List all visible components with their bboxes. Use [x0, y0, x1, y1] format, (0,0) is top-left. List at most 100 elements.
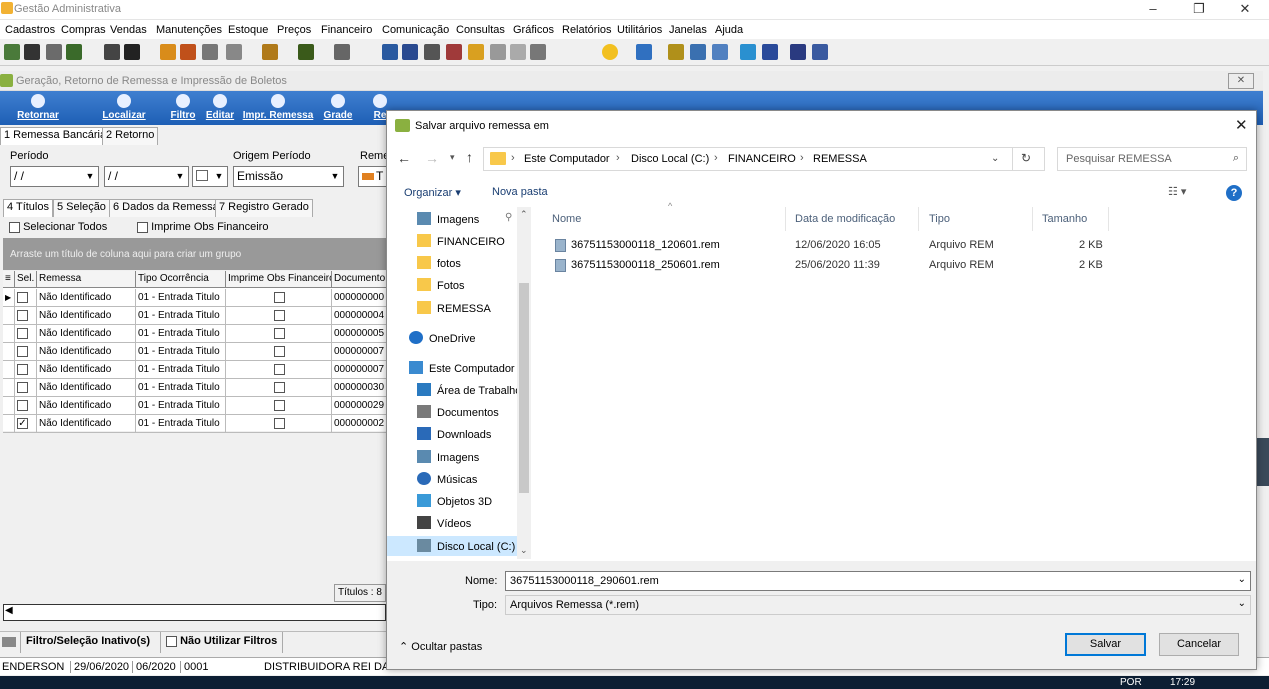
obs-cell[interactable]	[226, 289, 332, 307]
menu-financeiro[interactable]: Financeiro	[321, 24, 372, 36]
breadcrumb-item[interactable]: FINANCEIRO	[728, 153, 796, 165]
tool-icon[interactable]	[424, 44, 440, 60]
nav-item[interactable]: Músicas	[417, 469, 477, 489]
nav-item[interactable]: Imagens	[417, 447, 479, 467]
obs-cell[interactable]	[226, 307, 332, 325]
imprime-obs-checkbox[interactable]: Imprime Obs Financeiro	[137, 221, 268, 233]
facebook-icon[interactable]	[762, 44, 778, 60]
column-header[interactable]: Documento	[332, 271, 388, 288]
minimize-button[interactable]: –	[1130, 0, 1176, 20]
impr-remessa-button[interactable]: Impr. Remessa	[240, 91, 316, 125]
nav-item[interactable]: Área de Trabalho	[417, 380, 521, 400]
obs-checkbox[interactable]	[274, 418, 285, 429]
file-row[interactable]: 36751153000118_250601.rem 25/06/2020 11:3…	[533, 256, 1108, 276]
chevron-down-icon[interactable]: ⌄	[991, 153, 999, 164]
menu-compras[interactable]: Compras	[61, 24, 106, 36]
tool-icon[interactable]	[668, 44, 684, 60]
chevron-down-icon[interactable]: ⌄	[1238, 598, 1246, 609]
nova-pasta-button[interactable]: Nova pasta	[492, 186, 548, 198]
sel-cell[interactable]	[15, 379, 37, 397]
tool-icon[interactable]	[530, 44, 546, 60]
breadcrumb-item[interactable]: Este Computador	[524, 153, 610, 165]
breadcrumb-item[interactable]: REMESSA	[813, 153, 867, 165]
tab-titulos[interactable]: 4 Títulos	[3, 199, 53, 217]
obs-checkbox[interactable]	[274, 310, 285, 321]
origem-select[interactable]: Emissão ▼	[233, 166, 344, 187]
tool-icon[interactable]	[124, 44, 140, 60]
scroll-left-icon[interactable]: ◀	[5, 605, 13, 616]
twitter-icon[interactable]	[740, 44, 756, 60]
column-tamanho[interactable]: Tamanho	[1042, 213, 1087, 225]
menu-vendas[interactable]: Vendas	[110, 24, 147, 36]
menu-ajuda[interactable]: Ajuda	[715, 24, 743, 36]
date-end-field[interactable]: / / ▼	[104, 166, 189, 187]
nav-item[interactable]: Disco Local (C:)	[387, 536, 517, 556]
tool-icon[interactable]	[160, 44, 176, 60]
tool-icon[interactable]	[66, 44, 82, 60]
tool-icon[interactable]	[490, 44, 506, 60]
column-header[interactable]: Imprime Obs Financeiro	[226, 271, 332, 288]
tool-icon[interactable]	[382, 44, 398, 60]
row-checkbox[interactable]	[17, 346, 28, 357]
tool-icon[interactable]	[690, 44, 706, 60]
menu-manutencoes[interactable]: Manutenções	[156, 24, 222, 36]
sel-cell[interactable]: ✓	[15, 415, 37, 433]
menu-utilitarios[interactable]: Utilitários	[617, 24, 662, 36]
file-row[interactable]: 36751153000118_120601.rem 12/06/2020 16:0…	[533, 236, 1108, 256]
tool-icon[interactable]	[202, 44, 218, 60]
salvar-button[interactable]: Salvar	[1065, 633, 1146, 656]
ocultar-pastas-button[interactable]: ⌃ Ocultar pastas	[399, 640, 482, 653]
filename-input[interactable]: 36751153000118_290601.rem ⌄	[505, 571, 1251, 591]
nav-item[interactable]: Este Computador	[409, 358, 515, 378]
tool-icon[interactable]	[104, 44, 120, 60]
nav-item[interactable]: Fotos	[417, 275, 465, 295]
row-checkbox[interactable]	[17, 310, 28, 321]
tab-remessa-bancaria[interactable]: 1 Remessa Bancária	[0, 127, 111, 145]
tool-icon[interactable]	[262, 44, 278, 60]
view-options-icon[interactable]: ☷ ▾	[1168, 185, 1186, 198]
tool-icon[interactable]	[790, 44, 806, 60]
column-header[interactable]: Remessa	[37, 271, 136, 288]
breadcrumb-item[interactable]: Disco Local (C:)	[631, 153, 709, 165]
help-icon[interactable]: ?	[1226, 185, 1242, 201]
column-data[interactable]: Data de modificação	[795, 213, 895, 225]
obs-checkbox[interactable]	[274, 328, 285, 339]
retornar-button[interactable]: Retornar	[12, 91, 64, 125]
tool-icon[interactable]	[636, 44, 652, 60]
scroll-up-icon[interactable]: ⌃	[520, 209, 528, 220]
menu-janelas[interactable]: Janelas	[669, 24, 707, 36]
nao-utilizar-filtros-checkbox[interactable]: Não Utilizar Filtros	[160, 632, 284, 653]
menu-comunicacao[interactable]: Comunicação	[382, 24, 449, 36]
obs-cell[interactable]	[226, 325, 332, 343]
tool-icon[interactable]	[46, 44, 62, 60]
sel-cell[interactable]	[15, 307, 37, 325]
tool-icon[interactable]	[812, 44, 828, 60]
tool-icon[interactable]	[24, 44, 40, 60]
localizar-button[interactable]: Localizar	[98, 91, 150, 125]
cancelar-button[interactable]: Cancelar	[1159, 633, 1239, 656]
tool-icon[interactable]	[510, 44, 526, 60]
sel-cell[interactable]	[15, 343, 37, 361]
menu-consultas[interactable]: Consultas	[456, 24, 505, 36]
editar-button[interactable]: Editar	[202, 91, 238, 125]
filetype-select[interactable]: Arquivos Remessa (*.rem) ⌄	[505, 595, 1251, 615]
breadcrumb[interactable]: › Este Computador › Disco Local (C:) › F…	[483, 147, 1045, 171]
refresh-icon[interactable]: ↻	[1012, 147, 1039, 171]
tool-icon[interactable]	[4, 44, 20, 60]
menu-graficos[interactable]: Gráficos	[513, 24, 554, 36]
tab-retorno[interactable]: 2 Retorno	[102, 127, 159, 145]
calendar-button[interactable]: ▼	[192, 166, 228, 187]
menu-cadastros[interactable]: Cadastros	[5, 24, 55, 36]
column-nome[interactable]: Nome	[552, 213, 581, 225]
sel-cell[interactable]	[15, 361, 37, 379]
nav-item[interactable]: Downloads	[417, 424, 491, 444]
language-indicator[interactable]: POR	[1120, 677, 1142, 688]
nav-item[interactable]: FINANCEIRO	[417, 231, 505, 251]
chevron-down-icon[interactable]: ⌄	[1238, 574, 1246, 585]
child-close-button[interactable]: ✕	[1228, 73, 1254, 89]
scroll-thumb[interactable]	[519, 283, 529, 493]
column-header[interactable]: Sel.	[15, 271, 37, 288]
dialog-close-icon[interactable]: ✕	[1235, 116, 1248, 134]
row-checkbox[interactable]	[17, 292, 28, 303]
tool-icon[interactable]	[446, 44, 462, 60]
